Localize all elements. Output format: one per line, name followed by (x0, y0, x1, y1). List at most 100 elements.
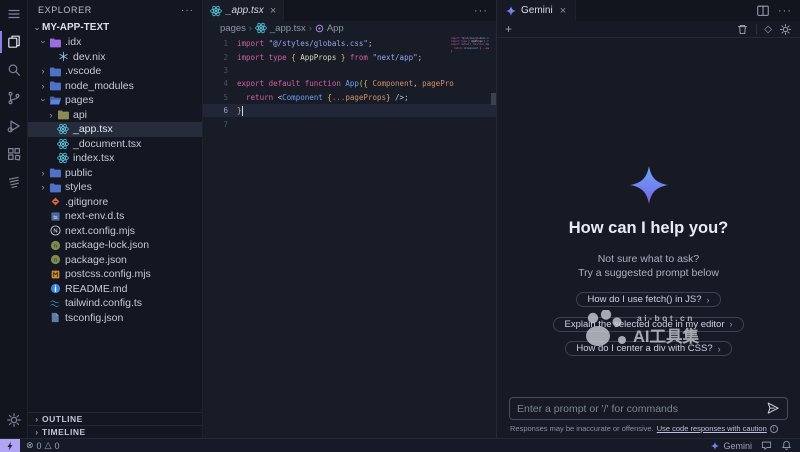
tree-item--vscode[interactable]: ›.vscode (28, 64, 202, 79)
info-icon[interactable]: i (770, 425, 778, 433)
suggested-prompt-1[interactable]: How do I use fetch() in JS?› (576, 292, 720, 307)
breadcrumb-item--app-tsx[interactable]: _app.tsx (255, 22, 306, 34)
folder-vscode-icon (48, 65, 62, 77)
tree-item-index-tsx[interactable]: index.tsx (28, 151, 202, 166)
chevron-right-icon: › (32, 428, 42, 437)
file-label: package-lock.json (65, 239, 149, 251)
code-editor[interactable]: 1import "@/styles/globals.css";2import t… (203, 35, 496, 438)
breadcrumb-item-pages[interactable]: pages (220, 23, 246, 34)
tree-item-pages[interactable]: › pages (28, 93, 202, 108)
tree-item-next-config-mjs[interactable]: Nnext.config.mjs (28, 224, 202, 239)
gemini-status-item[interactable]: Gemini (711, 441, 752, 451)
new-chat-icon[interactable]: + (505, 23, 512, 35)
next-icon: N (48, 225, 62, 237)
minimap[interactable]: import "@/styles/globals.css";import typ… (451, 37, 489, 53)
code-line-3[interactable]: 3 (203, 64, 496, 77)
ts-def-icon: ts (48, 210, 62, 222)
split-editor-icon[interactable] (756, 4, 770, 18)
remote-indicator[interactable] (0, 439, 20, 452)
code-line-4[interactable]: 4export default function App({ Component… (203, 77, 496, 90)
tree-item-dev-nix[interactable]: dev.nix (28, 50, 202, 65)
gemini-settings-icon[interactable] (779, 23, 792, 36)
tree-item-api[interactable]: ›api (28, 108, 202, 123)
activity-source-control[interactable] (0, 84, 28, 112)
delete-chat-icon[interactable] (736, 23, 749, 36)
folder-idx-icon (48, 36, 62, 48)
activity-extensions[interactable] (0, 140, 28, 168)
code-line-7[interactable]: 7 (203, 117, 496, 130)
disclaimer-link[interactable]: Use code responses with caution (657, 424, 767, 433)
activity-menu[interactable] (0, 0, 28, 28)
close-icon[interactable]: × (270, 5, 276, 17)
suggested-prompt-2[interactable]: Explain the selected code in my editor› (553, 317, 743, 332)
tree-item-readme-md[interactable]: README.md (28, 282, 202, 297)
clear-chat-icon[interactable]: ◇ (764, 24, 772, 35)
gemini-subtext-line1: Not sure what to ask? (578, 253, 719, 267)
gemini-disclaimer: Responses may be inaccurate or offensive… (510, 424, 787, 433)
tab-gemini[interactable]: Gemini × (497, 0, 576, 21)
breadcrumb-label: pages (220, 23, 246, 34)
prompt-input-box[interactable] (509, 397, 788, 420)
tree-item-node-modules[interactable]: ›node_modules (28, 79, 202, 94)
gemini-tab-bar: Gemini × ··· (497, 0, 800, 21)
tree-item-next-env-d-ts[interactable]: tsnext-env.d.ts (28, 209, 202, 224)
line-number: 7 (203, 120, 237, 129)
workspace-root[interactable]: ⌄ MY-APP-TEXT (28, 20, 202, 35)
tree-item-tsconfig-json[interactable]: tsconfig.json (28, 311, 202, 326)
chevron-down-icon: › (38, 37, 48, 47)
tree-item--document-tsx[interactable]: _document.tsx (28, 137, 202, 152)
git-icon (48, 196, 62, 208)
tree-item--app-tsx[interactable]: _app.tsx (28, 122, 202, 137)
tree-item-styles[interactable]: ›styles (28, 180, 202, 195)
editor-actions-icon[interactable]: ··· (474, 0, 496, 21)
folder-icon (48, 167, 62, 179)
more-actions-icon[interactable]: ··· (778, 5, 792, 17)
file-label: index.tsx (73, 152, 114, 164)
breadcrumb-label: App (327, 23, 344, 34)
breadcrumb-item-app[interactable]: App (315, 23, 344, 34)
tree-item-postcss-config-mjs[interactable]: postcss.config.mjs (28, 267, 202, 282)
warning-icon: △ (45, 440, 52, 451)
code-line-5[interactable]: 5 return <Component {...pageProps} />; (203, 91, 496, 104)
suggested-prompt-3[interactable]: How do I center a div with CSS?› (565, 341, 731, 356)
file-label: pages (65, 94, 94, 106)
problems-status[interactable]: ⊗ 0 △ 0 (20, 440, 60, 451)
close-icon[interactable]: × (560, 5, 566, 17)
toolbar-divider (756, 24, 757, 34)
tree-item-public[interactable]: ›public (28, 166, 202, 181)
tree-item-package-json[interactable]: npackage.json (28, 253, 202, 268)
readme-icon (48, 283, 62, 295)
code-line-6[interactable]: 6} (203, 104, 496, 117)
file-label: dev.nix (73, 51, 106, 63)
chevron-down-icon: › (38, 95, 48, 105)
breadcrumb-label: _app.tsx (270, 23, 306, 34)
editor-scrollbar[interactable] (491, 93, 496, 105)
section-outline[interactable]: ›OUTLINE (28, 412, 202, 425)
tree-item-package-lock-json[interactable]: npackage-lock.json (28, 238, 202, 253)
activity-search[interactable] (0, 56, 28, 84)
explorer-more-icon[interactable]: ··· (181, 5, 194, 16)
notifications-bell-icon[interactable] (781, 440, 792, 451)
prompt-input[interactable] (517, 403, 760, 415)
feedback-icon[interactable] (761, 440, 772, 451)
activity-output-channels[interactable] (0, 168, 28, 196)
activity-manage[interactable] (0, 406, 28, 434)
tree-item-tailwind-config-ts[interactable]: tailwind.config.ts (28, 296, 202, 311)
send-icon[interactable] (766, 402, 780, 416)
tree-item--idx[interactable]: ›.idx (28, 35, 202, 50)
gemini-logo-sparkle (630, 166, 668, 204)
workspace-name: MY-APP-TEXT (42, 22, 109, 33)
line-content: import type { AppProps } from "next/app"… (237, 53, 422, 62)
tree-item--gitignore[interactable]: .gitignore (28, 195, 202, 210)
section-label: OUTLINE (42, 414, 83, 424)
gear-icon (6, 412, 22, 428)
activity-explorer[interactable] (0, 28, 28, 56)
output-icon (6, 174, 22, 190)
section-timeline[interactable]: ›TIMELINE (28, 425, 202, 438)
react-icon (255, 22, 267, 34)
activity-run-and-debug[interactable] (0, 112, 28, 140)
file-label: tsconfig.json (65, 312, 123, 324)
gemini-subtext-line2: Try a suggested prompt below (578, 267, 719, 281)
react-icon (210, 5, 222, 17)
tab-app-tsx[interactable]: _app.tsx × (203, 0, 284, 21)
